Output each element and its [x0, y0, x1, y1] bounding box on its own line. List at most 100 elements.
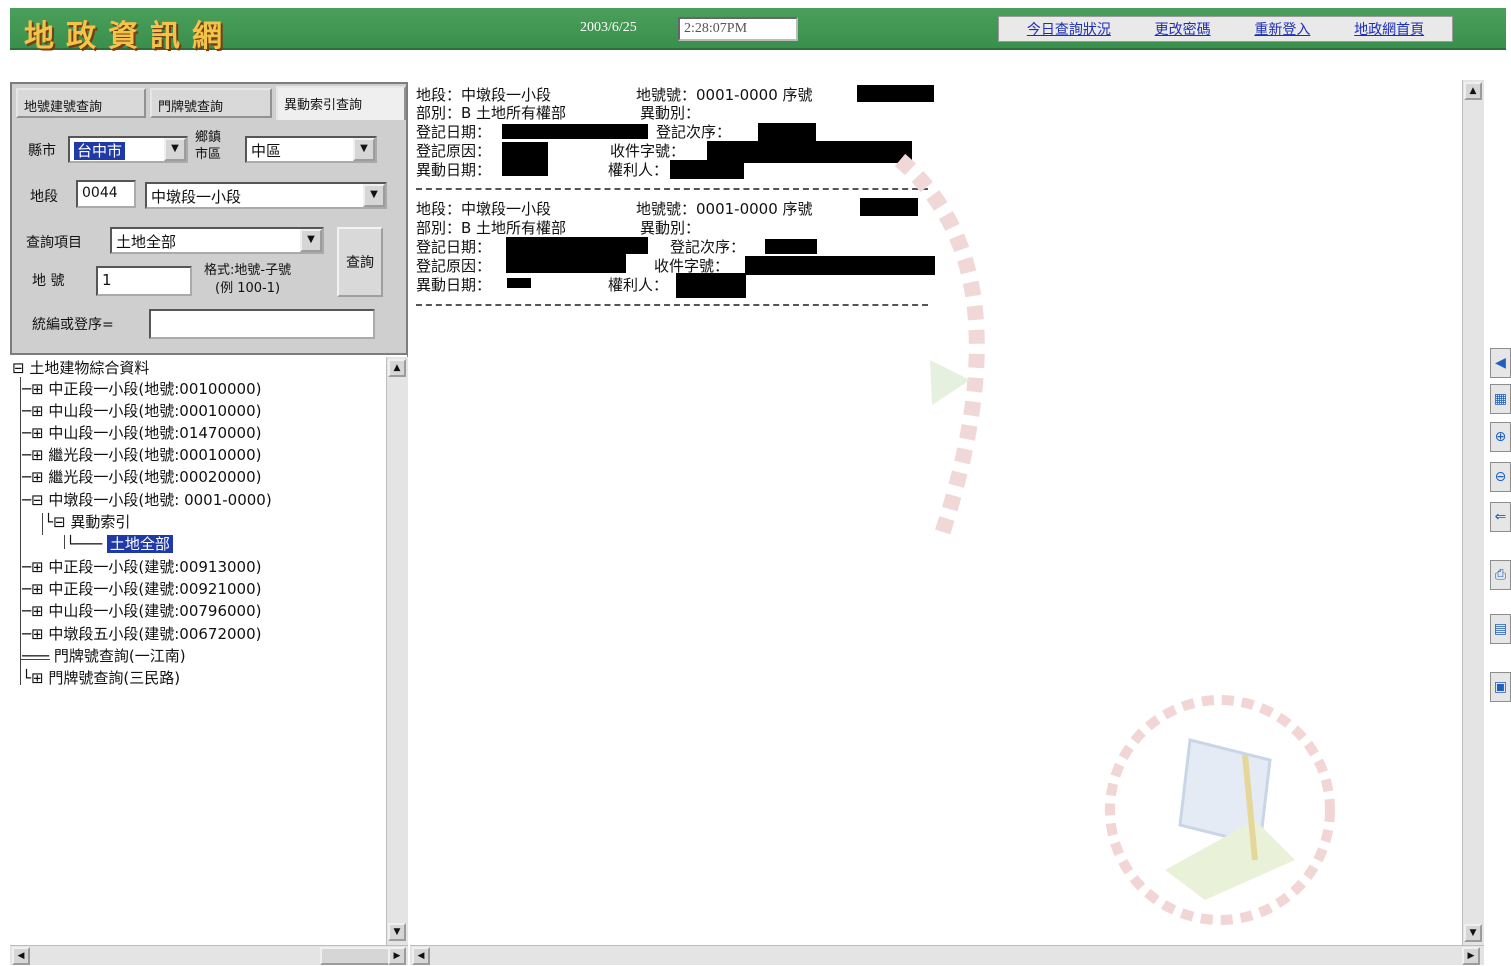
tree-connector: [42, 513, 43, 535]
scroll-up-icon[interactable]: ▲: [388, 359, 406, 377]
tree-node[interactable]: └⊞ 門牌號查詢(三民路): [22, 667, 180, 688]
tree-leaf-selected[interactable]: └─── 土地全部: [66, 533, 173, 554]
scroll-right-icon[interactable]: ▶: [388, 947, 406, 965]
tree-vertical-scrollbar[interactable]: ▲ ▼: [386, 357, 408, 945]
link-relogin[interactable]: 重新登入: [1254, 19, 1310, 39]
tree-panel: ⊟ 土地建物綜合資料 ─⊞ 中正段一小段(地號:00100000) ─⊞ 中山段…: [10, 355, 408, 945]
header-links: 今日查詢狀況 更改密碼 重新登入 地政網首頁: [998, 16, 1453, 42]
printer-icon[interactable]: ⎙: [1490, 560, 1511, 590]
lotno-field[interactable]: 1: [96, 266, 192, 296]
tree-node[interactable]: ─⊞ 中正段一小段(建號:00913000): [22, 556, 262, 577]
plus-box-icon: ─⊞: [22, 446, 44, 464]
collapse-panel-icon[interactable]: ◀: [1490, 348, 1511, 378]
city-select[interactable]: 台中市 ▼: [68, 136, 188, 163]
record-lot: 地號號：0001-0000 序號: [636, 200, 813, 218]
tree-root[interactable]: ⊟ 土地建物綜合資料: [12, 357, 149, 378]
tree-connector: [64, 535, 65, 549]
link-today-status[interactable]: 今日查詢狀況: [1027, 19, 1111, 39]
main-vertical-scrollbar[interactable]: ▲ ▼: [1462, 80, 1484, 946]
query-button[interactable]: 查詢: [337, 227, 383, 297]
item-select[interactable]: 土地全部 ▼: [110, 227, 324, 254]
record-part: 部別：B 土地所有權部: [416, 219, 567, 237]
tree-node-change-index[interactable]: └⊟ 異動索引: [44, 511, 130, 532]
zoom-in-icon[interactable]: ⊕: [1490, 422, 1511, 452]
tree-node[interactable]: ─⊞ 中正段一小段(地號:00100000): [22, 378, 262, 399]
compile-label: 統編或登序=: [32, 317, 114, 333]
section-code-field[interactable]: 0044: [76, 180, 136, 208]
tree-node[interactable]: ─⊞ 中山段一小段(建號:00796000): [22, 600, 262, 621]
plus-box-icon: ─⊞: [22, 625, 44, 643]
redaction-block: [758, 123, 816, 142]
city-label: 縣市: [28, 143, 56, 159]
plus-box-icon: ─⊞: [22, 424, 44, 442]
compile-field[interactable]: [149, 309, 375, 339]
tab-address-query[interactable]: 門牌號查詢: [150, 88, 272, 118]
item-value: 土地全部: [116, 233, 177, 251]
record-reg-date: 登記日期：: [416, 238, 492, 256]
record-right-holder: 權利人：: [608, 276, 669, 294]
tree-horizontal-scrollbar[interactable]: ◀ ▶: [10, 945, 408, 965]
redaction-block: [670, 160, 744, 179]
tree-node[interactable]: ─⊞ 中墩段五小段(建號:00672000): [22, 623, 262, 644]
record-reg-reason: 登記原因：: [416, 257, 492, 275]
redaction-block: [857, 85, 934, 102]
redaction-block: [506, 253, 626, 273]
zoom-out-icon[interactable]: ⊖: [1490, 462, 1511, 492]
record-change-type: 異動別：: [640, 219, 701, 237]
link-home[interactable]: 地政網首頁: [1354, 19, 1424, 39]
tree-node[interactable]: ─⊞ 繼光段一小段(地號:00020000): [22, 466, 262, 487]
scroll-right-icon[interactable]: ▶: [1462, 947, 1480, 965]
section-select[interactable]: 中墩段一小段 ▼: [145, 182, 387, 209]
grid-icon[interactable]: ▦: [1490, 384, 1511, 414]
tree-branch-icon: ───: [22, 647, 50, 665]
document-icon[interactable]: ▤: [1490, 614, 1511, 644]
tree-node[interactable]: ─⊞ 中山段一小段(地號:01470000): [22, 422, 262, 443]
tree-node[interactable]: ─⊞ 中山段一小段(地號:00010000): [22, 400, 262, 421]
redaction-block: [507, 278, 531, 288]
query-panel: 地號建號查詢 門牌號查詢 異動索引查詢 縣市 台中市 ▼ 鄉鎮 市區 中區 ▼ 地…: [10, 82, 408, 355]
scroll-up-icon[interactable]: ▲: [1464, 82, 1482, 100]
plus-box-icon: ─⊞: [22, 468, 44, 486]
tree-node[interactable]: ─⊞ 繼光段一小段(地號:00010000): [22, 444, 262, 465]
plus-box-icon: ─⊞: [22, 558, 44, 576]
district-value: 中區: [251, 142, 282, 160]
arrow-left-icon[interactable]: ⇐: [1490, 502, 1511, 532]
chevron-down-icon: ▼: [363, 184, 385, 207]
tree-node-expanded[interactable]: ─⊟ 中墩段一小段(地號: 0001-0000): [22, 489, 272, 510]
link-change-password[interactable]: 更改密碼: [1155, 19, 1211, 39]
chevron-down-icon: ▼: [300, 229, 322, 252]
record-reg-reason: 登記原因：: [416, 142, 492, 160]
main-horizontal-scrollbar[interactable]: ◀ ▶: [410, 945, 1484, 965]
tree-node[interactable]: ─⊞ 中正段一小段(建號:00921000): [22, 578, 262, 599]
section-label: 地段: [30, 189, 58, 205]
tab-lot-query[interactable]: 地號建號查詢: [16, 88, 146, 118]
scroll-down-icon[interactable]: ▼: [1464, 924, 1482, 942]
record-right-holder: 權利人：: [608, 161, 669, 179]
scroll-left-icon[interactable]: ◀: [12, 947, 30, 965]
record-reg-seq: 登記次序：: [670, 238, 746, 256]
scroll-down-icon[interactable]: ▼: [388, 923, 406, 941]
plus-box-icon: └⊞: [22, 669, 44, 687]
record-change-date: 異動日期：: [416, 161, 492, 179]
record-separator: [416, 304, 928, 306]
redaction-block: [502, 142, 548, 176]
scroll-thumb[interactable]: [320, 947, 390, 965]
city-value: 台中市: [74, 142, 126, 160]
tab-change-index-query[interactable]: 異動索引查詢: [276, 86, 406, 120]
redaction-block: [502, 124, 648, 139]
scroll-left-icon[interactable]: ◀: [412, 947, 430, 965]
record-change-type: 異動別：: [640, 104, 701, 122]
chevron-down-icon: ▼: [353, 138, 375, 161]
district-select[interactable]: 中區 ▼: [245, 136, 377, 163]
record-change-date: 異動日期：: [416, 276, 492, 294]
record-reg-seq: 登記次序：: [656, 123, 732, 141]
tree-branch-icon: └───: [66, 535, 103, 553]
date-display: 2003/6/25: [580, 20, 637, 35]
record-separator: [416, 188, 928, 190]
redaction-block: [765, 239, 817, 254]
tree-node[interactable]: ─── 門牌號查詢(一江南): [22, 645, 186, 666]
time-display: 2:28:07PM: [678, 17, 798, 41]
item-label: 查詢項目: [26, 235, 82, 251]
export-icon[interactable]: ▣: [1490, 672, 1511, 702]
tree-connector: [20, 377, 21, 685]
